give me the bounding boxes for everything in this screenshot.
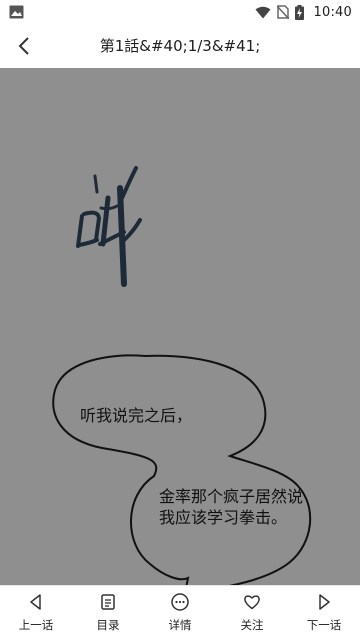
catalog-label: 目录 bbox=[96, 618, 120, 632]
speech-bubble bbox=[52, 354, 312, 585]
previous-chapter-button[interactable]: 上一话 bbox=[0, 586, 72, 641]
battery-charging-icon bbox=[294, 4, 304, 20]
details-label: 详情 bbox=[168, 618, 192, 632]
previous-icon bbox=[30, 594, 41, 610]
wifi-icon bbox=[255, 6, 271, 18]
status-bar: 10:40 bbox=[0, 0, 360, 24]
next-icon bbox=[319, 594, 330, 610]
back-button[interactable] bbox=[8, 30, 40, 62]
app-bar: 第1話&#40;1/3&#41; bbox=[0, 24, 360, 68]
speech-bubble-text-2: 金率那个疯子居然说我应该学习拳击。 bbox=[159, 487, 304, 527]
details-button[interactable]: 详情 bbox=[144, 586, 216, 641]
follow-button[interactable]: 关注 bbox=[216, 586, 288, 641]
next-chapter-button[interactable]: 下一话 bbox=[288, 586, 360, 641]
comic-viewer[interactable]: 听我说完之后， 金率那个疯子居然说我应该学习拳击。 bbox=[0, 68, 360, 585]
gallery-notification-icon bbox=[9, 5, 24, 19]
page-title: 第1話&#40;1/3&#41; bbox=[99, 37, 261, 55]
previous-chapter-label: 上一话 bbox=[18, 618, 54, 632]
heart-icon bbox=[244, 595, 260, 610]
status-time: 10:40 bbox=[313, 4, 352, 20]
bottom-nav: 上一话 目录 详情 关注 下一话 bbox=[0, 585, 360, 641]
chevron-left-icon bbox=[18, 37, 29, 55]
catalog-icon bbox=[101, 594, 115, 610]
catalog-button[interactable]: 目录 bbox=[72, 586, 144, 641]
speech-bubble-text-1: 听我说完之后， bbox=[80, 406, 193, 425]
sfx-brush-lettering bbox=[76, 166, 142, 287]
follow-label: 关注 bbox=[240, 618, 264, 632]
next-chapter-label: 下一话 bbox=[306, 618, 342, 632]
no-sim-icon bbox=[276, 5, 289, 19]
more-icon bbox=[171, 593, 189, 611]
